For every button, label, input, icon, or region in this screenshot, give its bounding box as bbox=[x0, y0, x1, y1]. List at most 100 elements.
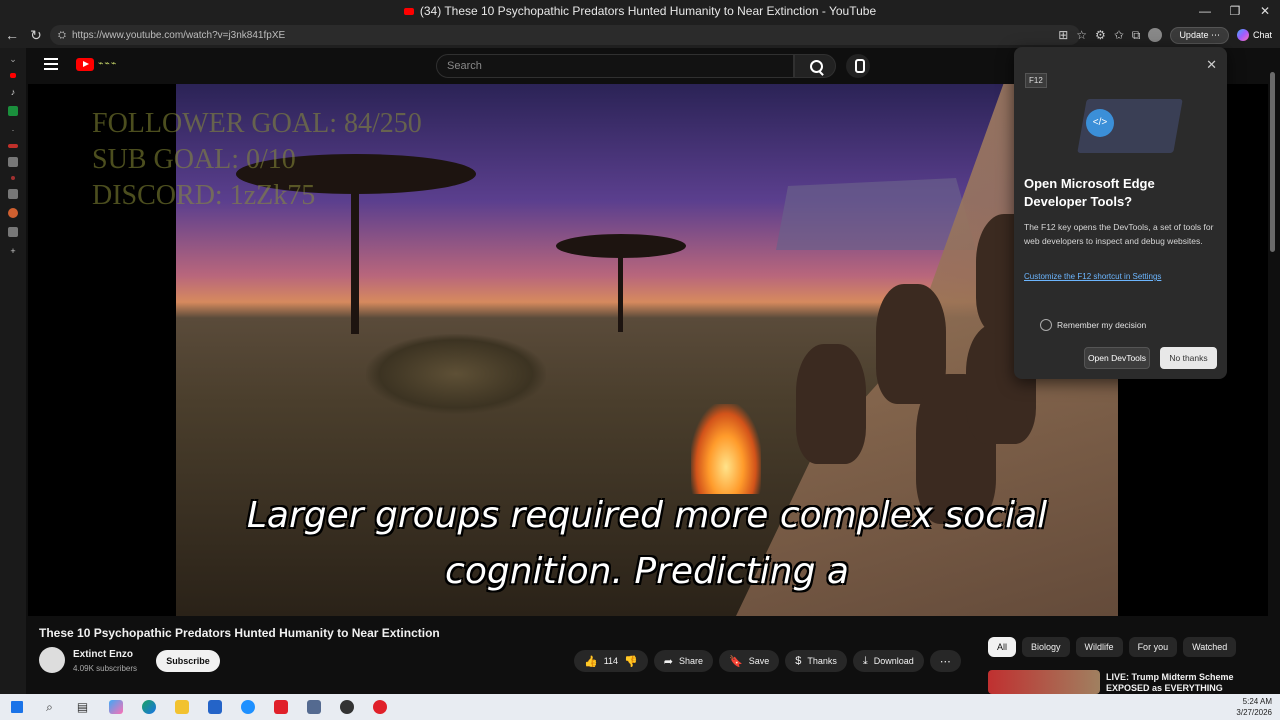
caption-line-2: cognition. Predicting a bbox=[445, 551, 849, 592]
scrollbar-thumb[interactable] bbox=[1270, 72, 1275, 252]
video-actions: 👍 114 👎 ➦ Share 🔖 Save $ Thanks ⤓ Download ⋯ bbox=[574, 650, 961, 672]
system-clock[interactable]: 5:24 AM 3/27/2026 bbox=[1236, 696, 1272, 718]
file-explorer-icon[interactable] bbox=[165, 694, 198, 720]
tab-reddit-icon[interactable] bbox=[8, 208, 18, 218]
download-button[interactable]: ⤓ Download bbox=[852, 650, 924, 672]
recommendation-title[interactable]: LIVE: Trump Midterm Scheme EXPOSED as EV… bbox=[1106, 672, 1256, 694]
menu-icon[interactable] bbox=[44, 58, 58, 70]
chip-for-you[interactable]: For you bbox=[1128, 637, 1178, 657]
thanks-button[interactable]: $ Thanks bbox=[785, 650, 847, 672]
remember-decision-option[interactable]: Remember my decision bbox=[1040, 319, 1146, 331]
thanks-icon: $ bbox=[795, 655, 802, 667]
chip-biology[interactable]: Biology bbox=[1022, 637, 1070, 657]
leopard-figure bbox=[366, 334, 546, 414]
tab-news-icon[interactable] bbox=[8, 144, 18, 148]
minimize-button[interactable]: — bbox=[1190, 0, 1220, 22]
open-devtools-button[interactable]: Open DevTools bbox=[1084, 347, 1150, 369]
video-caption: Larger groups required more complex soci… bbox=[176, 488, 1118, 600]
profile-avatar[interactable] bbox=[1148, 28, 1163, 42]
copilot-icon bbox=[1236, 29, 1249, 41]
f12-key-badge: F12 bbox=[1025, 73, 1047, 88]
extensions-icon[interactable]: ⚙ bbox=[1095, 28, 1106, 42]
windows-logo-icon bbox=[10, 701, 23, 713]
channel-name[interactable]: Extinct Enzo bbox=[73, 649, 133, 660]
youtube-favicon-icon bbox=[403, 7, 414, 15]
devtools-prompt-dialog: F12 ✕ </> Open Microsoft Edge Developer … bbox=[1014, 47, 1227, 379]
collapse-tabs-icon[interactable]: ⌄ bbox=[8, 54, 18, 64]
remember-radio[interactable] bbox=[1040, 319, 1052, 331]
save-button[interactable]: 🔖 Save bbox=[719, 650, 780, 672]
store-icon[interactable] bbox=[198, 694, 231, 720]
sub-goal-text: SUB GOAL: 0/10 bbox=[92, 144, 296, 175]
search-button[interactable] bbox=[794, 54, 836, 78]
favorites-icon[interactable]: ✩ bbox=[1114, 28, 1124, 42]
apps-icon[interactable]: ⊞ bbox=[1058, 28, 1068, 42]
update-button[interactable]: Update ⋯ bbox=[1170, 26, 1229, 44]
subscribe-button[interactable]: Subscribe bbox=[156, 650, 220, 672]
no-thanks-button[interactable]: No thanks bbox=[1160, 347, 1217, 369]
start-button[interactable] bbox=[0, 694, 33, 720]
custom-logo-icon[interactable]: ⌁⌁⌁ bbox=[98, 58, 144, 72]
url-text[interactable]: https://www.youtube.com/watch?v=j3nk841f… bbox=[72, 30, 285, 41]
like-dislike-group: 👍 114 👎 bbox=[574, 650, 648, 672]
browser-tools: ⊞ ☆ ⚙ ✩ ⧉ Update ⋯ Chat bbox=[1058, 22, 1280, 48]
search-taskbar-icon[interactable]: ⌕ bbox=[33, 694, 66, 720]
code-brackets-icon: </> bbox=[1086, 109, 1114, 137]
clock-time: 5:24 AM bbox=[1242, 697, 1272, 706]
vertical-tabs-sidebar: ⌄ ♪ · + bbox=[0, 48, 26, 694]
tab-kick-icon[interactable] bbox=[8, 106, 18, 116]
ape-figure bbox=[796, 344, 866, 464]
tab-youtube-icon[interactable] bbox=[10, 73, 16, 78]
window-controls: — ❐ ✕ bbox=[1190, 0, 1280, 22]
youtube-app-icon[interactable] bbox=[264, 694, 297, 720]
subscriber-count: 4.09K subscribers bbox=[73, 664, 138, 673]
customize-shortcut-link[interactable]: Customize the F12 shortcut in Settings bbox=[1024, 272, 1161, 281]
tab-page-icon[interactable] bbox=[8, 189, 18, 199]
windows-taskbar: ⌕ ▤ 5:24 AM 3/27/2026 bbox=[0, 694, 1280, 720]
refresh-icon[interactable]: ↻ bbox=[24, 27, 48, 44]
chip-all[interactable]: All bbox=[988, 637, 1017, 657]
more-icon: ⋯ bbox=[939, 655, 951, 668]
close-icon[interactable]: ✕ bbox=[1206, 57, 1217, 73]
site-info-icon[interactable]: ⛭ bbox=[58, 30, 66, 41]
download-icon: ⤓ bbox=[862, 654, 868, 667]
tab-generic-icon[interactable] bbox=[8, 157, 18, 167]
task-view-icon[interactable]: ▤ bbox=[66, 694, 99, 720]
browser-app-icon[interactable] bbox=[231, 694, 264, 720]
copilot-chat-button[interactable]: Chat bbox=[1236, 29, 1272, 41]
new-tab-icon[interactable]: + bbox=[8, 246, 18, 256]
chip-wildlife[interactable]: Wildlife bbox=[1075, 637, 1123, 657]
acacia-trunk-small bbox=[618, 252, 623, 332]
tab-search-icon[interactable]: · bbox=[8, 125, 18, 135]
caption-line-1: Larger groups required more complex soci… bbox=[246, 495, 1048, 536]
back-icon[interactable]: ← bbox=[0, 27, 24, 43]
like-icon[interactable]: 👍 bbox=[584, 655, 598, 668]
chip-watched[interactable]: Watched bbox=[1183, 637, 1237, 657]
copilot-taskbar-icon[interactable] bbox=[99, 694, 132, 720]
channel-avatar[interactable] bbox=[39, 647, 65, 673]
tab-doc-icon[interactable] bbox=[8, 227, 18, 237]
favorite-star-icon[interactable]: ☆ bbox=[1076, 28, 1087, 42]
more-actions-button[interactable]: ⋯ bbox=[929, 650, 961, 672]
like-count[interactable]: 114 bbox=[604, 656, 618, 666]
maximize-button[interactable]: ❐ bbox=[1220, 0, 1250, 22]
close-window-button[interactable]: ✕ bbox=[1250, 0, 1280, 22]
youtube-logo-icon[interactable] bbox=[76, 58, 94, 71]
voice-search-icon[interactable] bbox=[846, 54, 870, 78]
opera-app-icon[interactable] bbox=[363, 694, 396, 720]
tab-audio-icon[interactable]: ♪ bbox=[8, 87, 18, 97]
recommendation-filter-chips: All Biology Wildlife For you Watched bbox=[988, 637, 1237, 657]
page-scrollbar[interactable] bbox=[1268, 60, 1278, 690]
obs-app-icon[interactable] bbox=[330, 694, 363, 720]
share-button[interactable]: ➦ Share bbox=[653, 650, 714, 672]
follower-goal-text: FOLLOWER GOAL: 84/250 bbox=[92, 108, 422, 139]
edge-taskbar-icon[interactable] bbox=[132, 694, 165, 720]
search-input[interactable]: Search bbox=[436, 54, 794, 78]
address-bar[interactable]: ⛭ https://www.youtube.com/watch?v=j3nk84… bbox=[50, 25, 1080, 45]
collections-icon[interactable]: ⧉ bbox=[1132, 28, 1141, 43]
tab-red-icon[interactable] bbox=[11, 176, 15, 180]
dislike-icon[interactable]: 👎 bbox=[624, 655, 638, 668]
recommendation-thumbnail[interactable] bbox=[988, 670, 1100, 694]
capture-app-icon[interactable] bbox=[297, 694, 330, 720]
campfire bbox=[691, 404, 761, 494]
